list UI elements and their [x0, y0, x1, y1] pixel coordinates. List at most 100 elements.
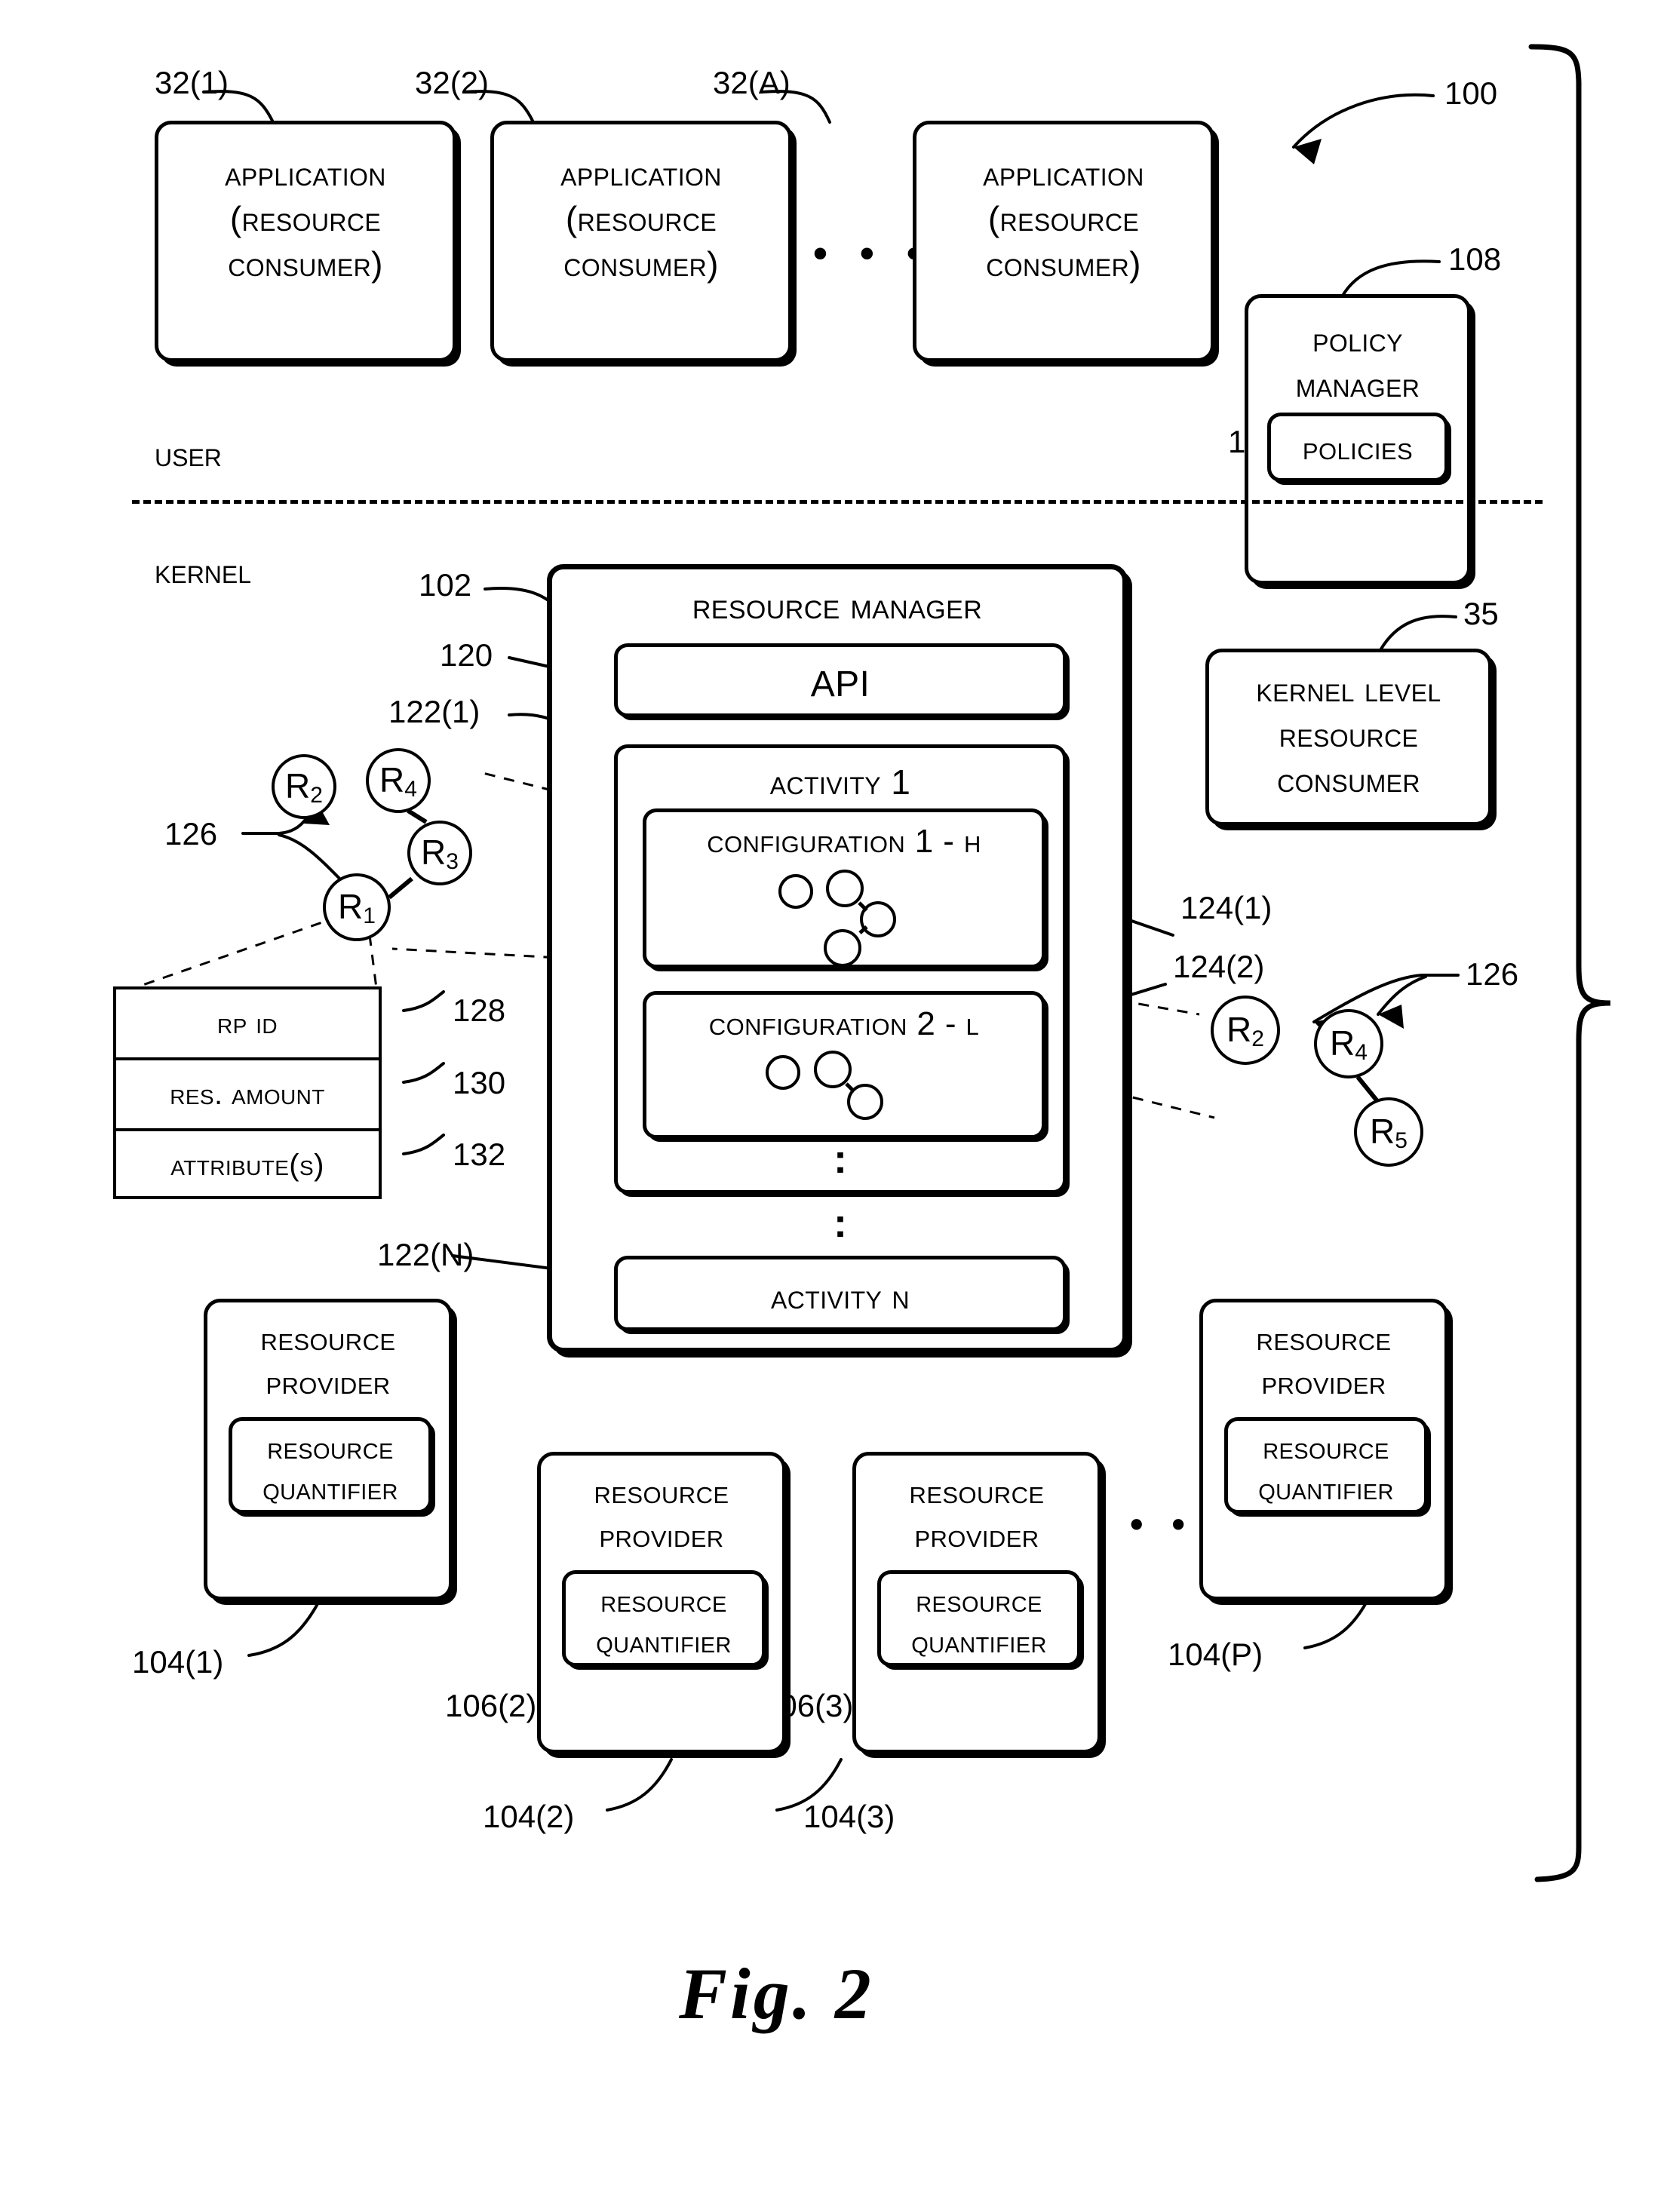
record-res-amount-label: Res. Amount [170, 1077, 325, 1111]
resource-provider-box-2[interactable]: Resource Provider Resource Quantifier [537, 1452, 786, 1753]
policies-box[interactable]: Policies [1267, 413, 1448, 482]
application-2-line3: Consumer) [563, 244, 719, 284]
activity-n-box[interactable]: Activity N [614, 1256, 1067, 1331]
resource-manager-box[interactable]: Resource Manager API Activity 1 Configur… [547, 564, 1128, 1353]
resource-quantifier-box-3[interactable]: Resource Quantifier [877, 1570, 1081, 1667]
kernel-layer-label: Kernel [155, 551, 252, 591]
resource-node-r4-right: R4 [1314, 1009, 1383, 1078]
r4-left-label: R4 [379, 759, 417, 802]
ref-104-1: 104(1) [132, 1644, 224, 1680]
resource-provider-box-p[interactable]: Resource Provider Resource Quantifier [1199, 1299, 1448, 1600]
ref-132-attributes: 132 [453, 1137, 506, 1172]
ref-124-2-config2: 124(2) [1173, 949, 1265, 984]
provider-p-line2: Provider [1261, 1364, 1386, 1401]
quantifier-p-line2: Quantifier [1258, 1471, 1394, 1506]
user-layer-label: User [155, 434, 222, 474]
resource-manager-title: Resource Manager [692, 587, 983, 627]
record-row-rp-id: RP ID [116, 989, 379, 1060]
policy-manager-line2: Manager [1295, 365, 1420, 404]
ref-126-left-graph: 126 [164, 816, 218, 851]
ref-35-kernel-consumer: 35 [1463, 596, 1499, 631]
resource-quantifier-box-2[interactable]: Resource Quantifier [562, 1570, 766, 1667]
r5-right-label: R5 [1370, 1111, 1408, 1153]
activity-1-label: Activity 1 [769, 762, 911, 802]
resource-node-r2-right: R2 [1211, 996, 1280, 1065]
resource-node-r1-left: R1 [323, 873, 391, 941]
quantifier-3-line1: Resource [916, 1583, 1042, 1618]
config1-node-4 [824, 929, 861, 967]
config1-node-3 [860, 901, 896, 937]
ref-104-3: 104(3) [803, 1799, 895, 1834]
application-2-line2: (Resource [565, 199, 717, 238]
quantifier-p-line1: Resource [1263, 1430, 1389, 1465]
ref-104-2: 104(2) [483, 1799, 575, 1834]
application-a-line2: (Resource [987, 199, 1140, 238]
resource-node-r4-left: R4 [366, 748, 431, 813]
system-bracket [1528, 44, 1611, 1882]
provider-ellipsis: • • [1130, 1503, 1194, 1545]
r1-left-sub: 1 [363, 903, 376, 928]
ref-122-1-activity1: 122(1) [388, 694, 480, 729]
provider-3-line2: Provider [914, 1517, 1039, 1554]
activity-1-box[interactable]: Activity 1 Configuration 1 - H Configura… [614, 744, 1067, 1194]
quantifier-2-line1: Resource [600, 1583, 727, 1618]
ref-126-right-graph: 126 [1466, 956, 1519, 992]
kernel-consumer-line1: Kernel Level [1256, 670, 1441, 709]
provider-1-line1: Resource [260, 1321, 396, 1358]
configuration-1-box[interactable]: Configuration 1 - H [643, 808, 1045, 968]
config2-node-1 [766, 1055, 800, 1090]
provider-p-line1: Resource [1256, 1321, 1392, 1358]
ref-102-resource-manager: 102 [419, 567, 472, 603]
ref-124-1-config1: 124(1) [1180, 890, 1273, 925]
provider-2-line1: Resource [594, 1474, 729, 1511]
config2-node-3 [847, 1084, 883, 1120]
ref-130-res-amount: 130 [453, 1065, 506, 1100]
record-row-attributes: Attribute(s) [116, 1131, 379, 1199]
record-attributes-label: Attribute(s) [170, 1148, 324, 1182]
quantifier-1-line2: Quantifier [262, 1471, 398, 1506]
r2-left-sub: 2 [310, 782, 323, 808]
api-box[interactable]: API [614, 643, 1067, 717]
r4-right-label: R4 [1330, 1023, 1368, 1065]
config1-node-2 [826, 870, 864, 907]
resource-record-table: RP ID Res. Amount Attribute(s) [113, 986, 382, 1199]
user-kernel-divider [132, 500, 1543, 504]
r5-right-sub: 5 [1395, 1127, 1408, 1153]
ref-32-2: 32(2) [415, 65, 490, 100]
application-a-line1: Application [983, 154, 1144, 193]
r2-left-label: R2 [285, 765, 323, 808]
figure-caption: Fig. 2 [679, 1953, 874, 2034]
resource-node-r5-right: R5 [1354, 1097, 1423, 1167]
r2-right-label: R2 [1226, 1009, 1264, 1051]
resource-node-r3-left: R3 [407, 821, 472, 885]
application-box-2[interactable]: Application (Resource Consumer) [490, 121, 792, 362]
resource-provider-box-3[interactable]: Resource Provider Resource Quantifier [852, 1452, 1101, 1753]
application-box-1[interactable]: Application (Resource Consumer) [155, 121, 456, 362]
policy-manager-box[interactable]: Policy Manager Policies [1245, 294, 1471, 584]
kernel-consumer-line2: Resource [1279, 715, 1419, 754]
ref-32-A: 32(A) [713, 65, 791, 100]
ref-122-N-activityN: 122(N) [377, 1237, 474, 1272]
application-2-line1: Application [560, 154, 722, 193]
quantifier-3-line2: Quantifier [911, 1624, 1047, 1659]
record-row-res-amount: Res. Amount [116, 1060, 379, 1131]
resource-quantifier-box-1[interactable]: Resource Quantifier [229, 1417, 432, 1514]
application-box-a[interactable]: Application (Resource Consumer) [913, 121, 1214, 362]
application-a-line3: Consumer) [986, 244, 1141, 284]
resource-provider-box-1[interactable]: Resource Provider Resource Quantifier [204, 1299, 453, 1600]
provider-3-line1: Resource [909, 1474, 1045, 1511]
ref-120-api: 120 [440, 637, 493, 673]
api-label: API [810, 664, 870, 704]
r1-left-label: R1 [338, 886, 376, 928]
r4-left-sub: 4 [404, 776, 417, 802]
provider-2-line2: Provider [599, 1517, 724, 1554]
r3-left-label: R3 [421, 832, 459, 874]
resource-quantifier-box-p[interactable]: Resource Quantifier [1224, 1417, 1428, 1514]
ref-106-2: 106(2) [445, 1688, 537, 1723]
config1-node-1 [778, 874, 813, 909]
activity-1-inner-dots: : [834, 1137, 847, 1182]
resource-node-r2-left: R2 [272, 754, 336, 819]
ref-128-rp-id: 128 [453, 992, 506, 1028]
kernel-level-resource-consumer-box[interactable]: Kernel Level Resource Consumer [1205, 649, 1492, 826]
configuration-2-box[interactable]: Configuration 2 - L [643, 991, 1045, 1139]
